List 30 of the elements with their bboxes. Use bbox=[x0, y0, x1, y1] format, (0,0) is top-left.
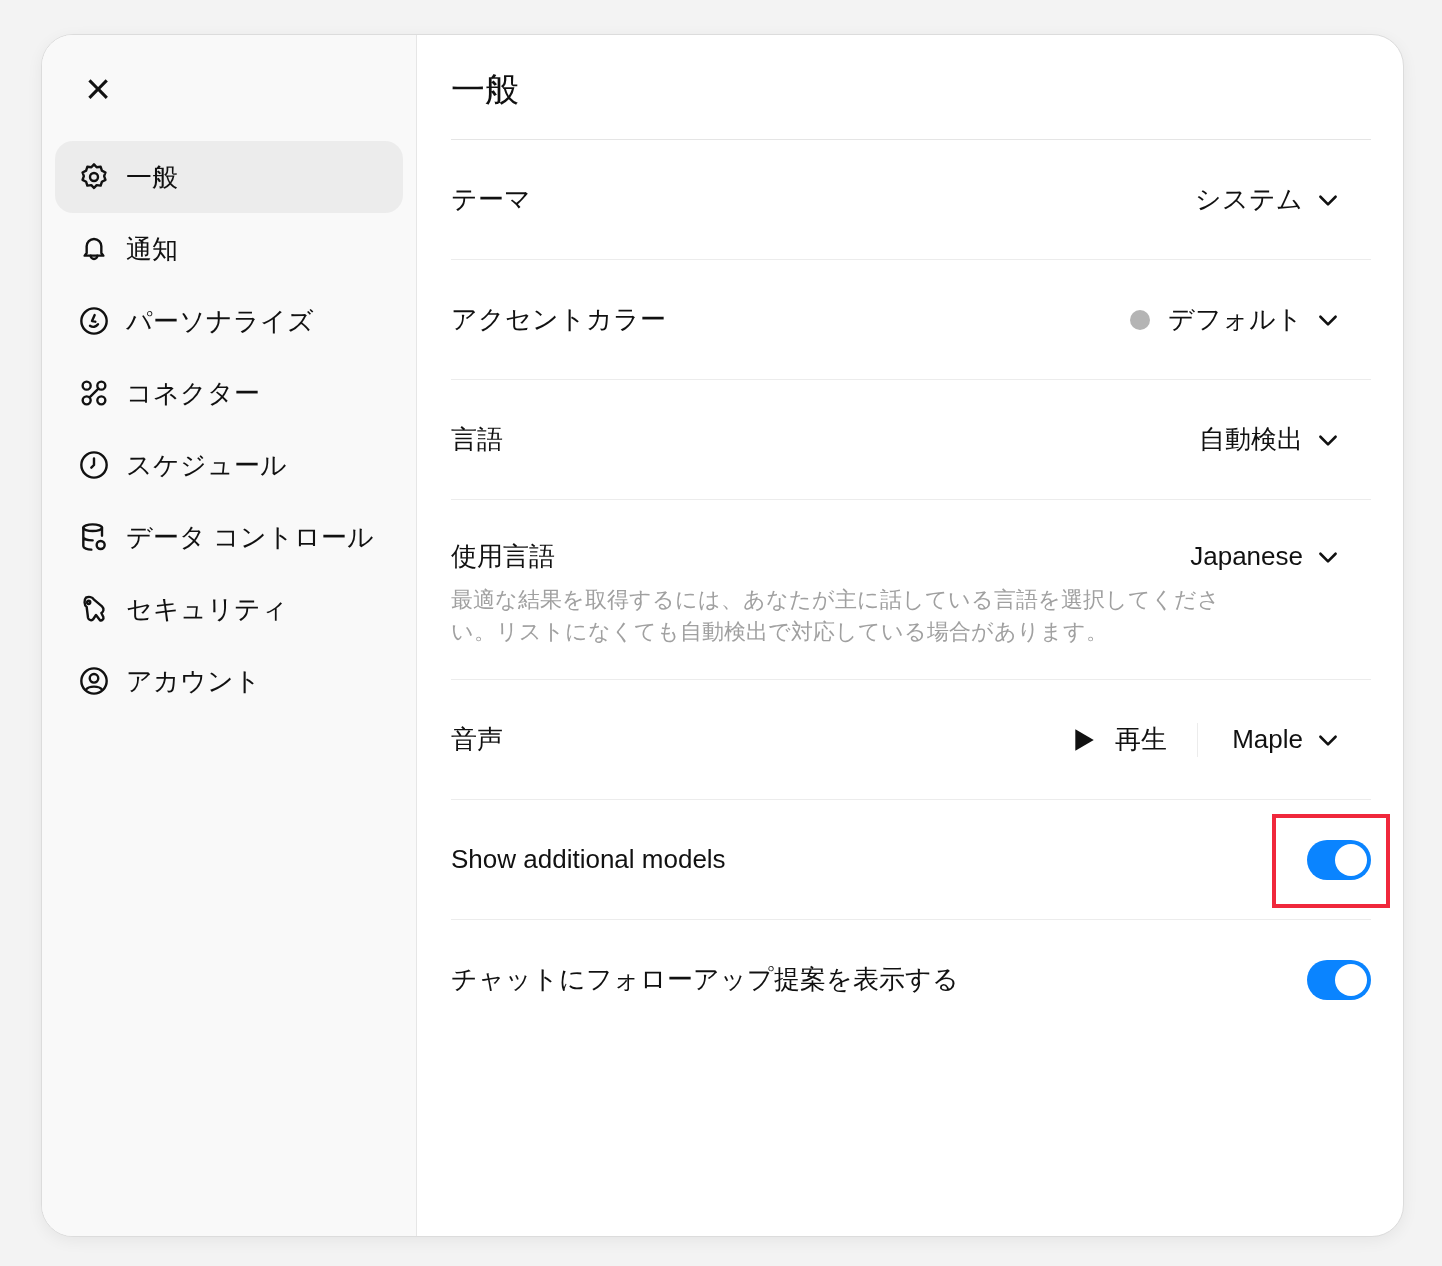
toggle-switch[interactable] bbox=[1307, 839, 1371, 880]
setting-description: 最適な結果を取得するには、あなたが主に話している言語を選択してください。リストになくても自動検出で対応している場合があります。 bbox=[451, 586, 1221, 646]
sidebar-item[interactable]: スケジュール bbox=[55, 429, 403, 501]
dropdown[interactable]: Japanese bbox=[1190, 541, 1371, 572]
sidebar-item[interactable]: データ コントロール bbox=[55, 501, 403, 573]
sidebar-item[interactable]: 一般 bbox=[55, 141, 403, 213]
setting-label: チャットにフォローアップ提案を表示する bbox=[451, 963, 959, 996]
sidebar-item[interactable]: セキュリティ bbox=[55, 573, 403, 645]
sidebar-item[interactable]: パーソナライズ bbox=[55, 285, 403, 357]
sidebar-item[interactable]: アカウント bbox=[55, 645, 403, 717]
setting-label: 音声 bbox=[451, 723, 503, 756]
close-button[interactable]: × bbox=[78, 69, 118, 109]
user-icon bbox=[78, 665, 110, 697]
dropdown[interactable]: システム bbox=[1195, 182, 1371, 217]
sidebar-item[interactable]: 通知 bbox=[55, 213, 403, 285]
dropdown[interactable]: デフォルト bbox=[1130, 302, 1371, 337]
setting-label: 言語 bbox=[451, 423, 503, 456]
page-title: 一般 bbox=[451, 35, 1371, 140]
toggle-switch[interactable] bbox=[1307, 959, 1371, 1000]
dropdown[interactable]: Maple bbox=[1232, 724, 1371, 755]
setting-label: Show additional models bbox=[451, 844, 726, 875]
dropdown[interactable]: 自動検出 bbox=[1199, 422, 1371, 457]
setting-label: アクセントカラー bbox=[451, 303, 666, 336]
play-icon bbox=[1073, 726, 1096, 753]
smile-icon bbox=[78, 305, 110, 337]
setting-label: テーマ bbox=[451, 183, 531, 216]
play-button[interactable]: 再生 bbox=[1073, 722, 1168, 757]
sidebar-item[interactable]: コネクター bbox=[55, 357, 403, 429]
setting-label: 使用言語 bbox=[451, 540, 555, 573]
clock-icon bbox=[78, 449, 110, 481]
